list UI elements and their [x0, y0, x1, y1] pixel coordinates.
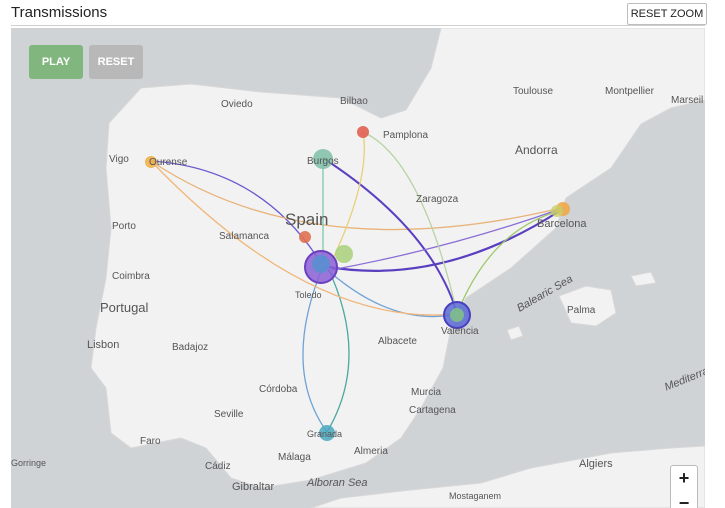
- label-mostaganem: Mostaganem: [449, 491, 501, 501]
- label-andorra: Andorra: [515, 143, 558, 157]
- label-vigo: Vigo: [109, 154, 129, 165]
- menorca-island: [630, 271, 657, 287]
- label-salamanca: Salamanca: [219, 231, 269, 242]
- label-marseille: Marseil: [671, 95, 703, 106]
- label-burgos: Burgos: [307, 156, 339, 167]
- node-guadalajara[interactable]: [299, 231, 311, 243]
- node-barcelona-2: [551, 205, 563, 217]
- label-malaga: Málaga: [278, 452, 311, 463]
- label-granada: Granada: [307, 429, 342, 439]
- map-canvas[interactable]: Toulouse Montpellier Marseil Bilbao Ovie…: [11, 28, 705, 508]
- label-mediterranean: Mediterra: [663, 365, 705, 394]
- label-lisbon: Lisbon: [87, 339, 119, 351]
- label-badajoz: Badajoz: [172, 342, 208, 353]
- label-palma: Palma: [567, 305, 596, 316]
- label-spain: Spain: [285, 210, 328, 229]
- map-view[interactable]: Toulouse Montpellier Marseil Bilbao Ovie…: [11, 28, 705, 508]
- label-pamplona: Pamplona: [383, 130, 428, 141]
- node-zaragoza-south[interactable]: [335, 245, 353, 263]
- label-barcelona: Barcelona: [537, 218, 587, 230]
- label-albacete: Albacete: [378, 336, 417, 347]
- ibiza-island: [506, 325, 524, 341]
- node-valencia-inner: [450, 308, 464, 322]
- label-faro: Faro: [140, 436, 161, 447]
- header-bar: Transmissions RESET ZOOM: [0, 0, 725, 26]
- label-almeria: Almeria: [354, 446, 388, 457]
- label-ourense: Ourense: [149, 157, 188, 168]
- label-toledo: Toledo: [295, 290, 322, 300]
- label-alboran-sea: Alboran Sea: [306, 477, 368, 489]
- label-gorringe: Gorringe: [11, 458, 46, 468]
- label-murcia: Murcia: [411, 387, 441, 398]
- node-madrid-inner: [312, 255, 330, 273]
- label-valencia: Valencia: [441, 326, 479, 337]
- zoom-in-button[interactable]: +: [670, 465, 698, 493]
- label-algiers: Algiers: [579, 458, 613, 470]
- label-bilbao: Bilbao: [340, 96, 368, 107]
- play-button[interactable]: PLAY: [29, 45, 83, 79]
- reset-zoom-button[interactable]: RESET ZOOM: [627, 3, 707, 25]
- label-montpellier: Montpellier: [605, 86, 655, 97]
- label-cartagena: Cartagena: [409, 405, 456, 416]
- header-divider: [11, 25, 705, 26]
- panel-title: Transmissions: [11, 4, 108, 21]
- label-portugal: Portugal: [100, 300, 149, 315]
- label-porto: Porto: [112, 221, 136, 232]
- reset-button[interactable]: RESET: [89, 45, 143, 79]
- iberia-landmass: [90, 28, 705, 489]
- label-coimbra: Coimbra: [112, 271, 150, 282]
- label-oviedo: Oviedo: [221, 99, 253, 110]
- label-gibraltar: Gibraltar: [232, 481, 275, 493]
- node-pamplona[interactable]: [357, 126, 369, 138]
- label-sevilla: Seville: [214, 409, 244, 420]
- label-cordoba: Córdoba: [259, 384, 298, 395]
- label-zaragoza: Zaragoza: [416, 194, 459, 205]
- label-cadiz: Cádiz: [205, 461, 231, 472]
- label-toulouse: Toulouse: [513, 86, 553, 97]
- zoom-out-button[interactable]: −: [670, 491, 698, 508]
